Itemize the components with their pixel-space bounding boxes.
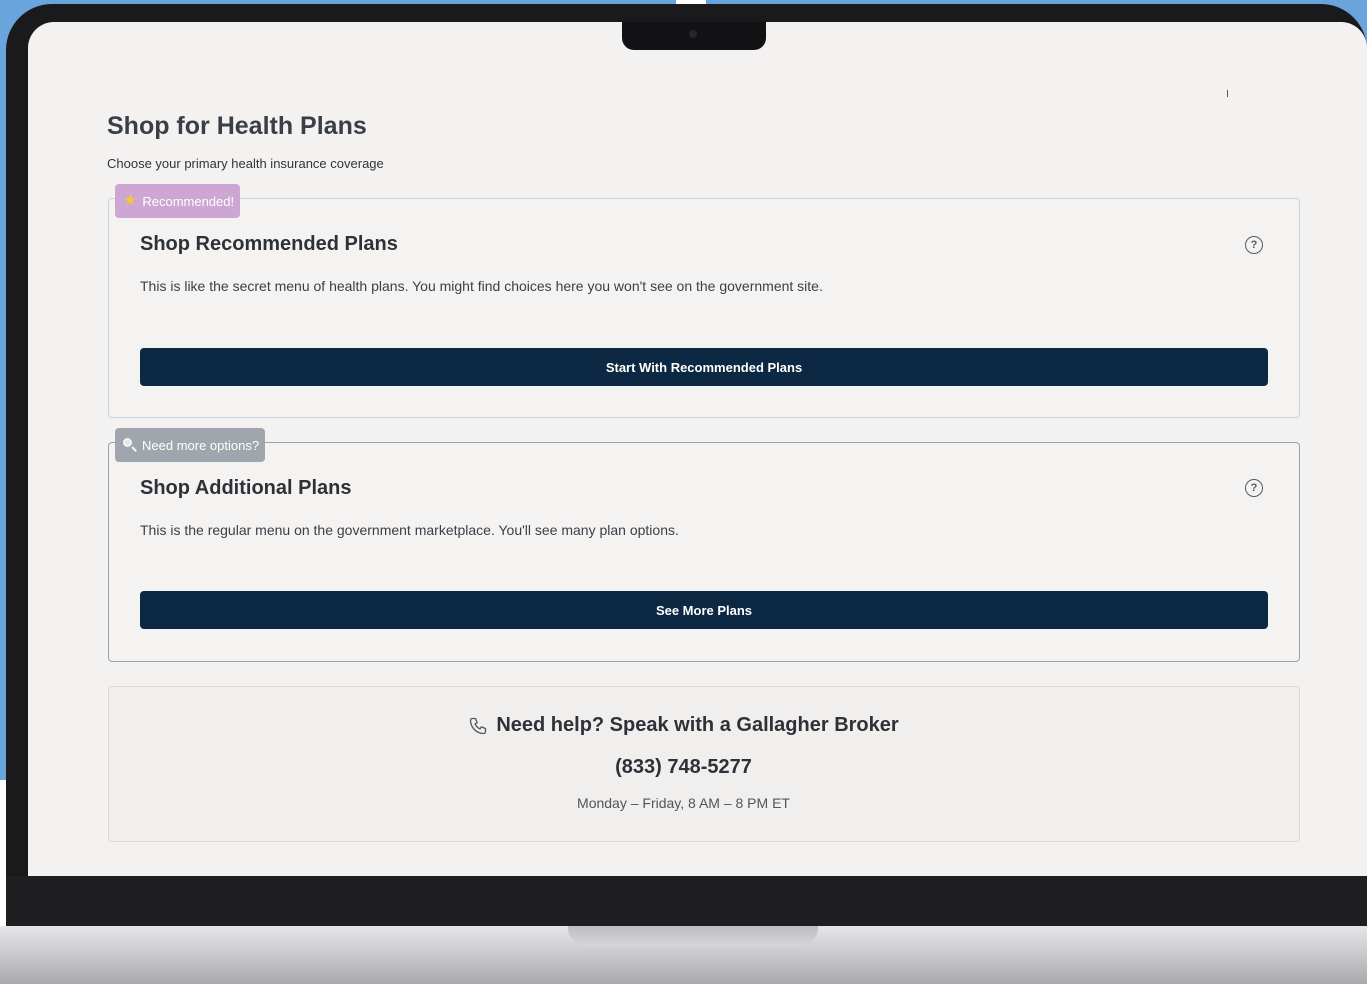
phone-icon — [470, 717, 487, 734]
recommended-plans-description: This is like the secret menu of health p… — [140, 278, 823, 294]
laptop-base-lip — [568, 926, 818, 946]
broker-hours: Monday – Friday, 8 AM – 8 PM ET — [577, 795, 790, 811]
camera-icon — [689, 30, 697, 38]
magnifier-icon — [123, 438, 137, 452]
recommended-plans-title: Shop Recommended Plans — [140, 233, 398, 255]
need-more-options-badge: Need more options? — [115, 428, 266, 462]
see-more-plans-button[interactable]: See More Plans — [140, 591, 1268, 629]
additional-plans-title: Shop Additional Plans — [140, 477, 352, 499]
question-circle-icon[interactable]: ? — [1245, 479, 1263, 497]
page-title: Shop for Health Plans — [107, 112, 367, 140]
recommended-badge-label: Recommended! — [142, 193, 235, 209]
start-recommended-plans-button[interactable]: Start With Recommended Plans — [140, 348, 1268, 386]
additional-plans-card — [108, 442, 1300, 662]
page-subtitle: Choose your primary health insurance cov… — [107, 156, 384, 171]
additional-plans-description: This is the regular menu on the governme… — [140, 522, 679, 538]
star-icon: ★ — [123, 192, 138, 209]
recommended-badge: ★ Recommended! — [115, 184, 241, 218]
laptop-bezel-bottom — [6, 876, 1367, 928]
broker-phone-number[interactable]: (833) 748-5277 — [0, 756, 1367, 779]
help-heading: Need help? Speak with a Gallagher Broker — [0, 714, 1367, 737]
cursor-mark — [1227, 90, 1228, 97]
help-heading-text: Need help? Speak with a Gallagher Broker — [496, 714, 899, 736]
need-more-options-label: Need more options? — [142, 437, 260, 453]
question-circle-icon[interactable]: ? — [1245, 236, 1263, 254]
